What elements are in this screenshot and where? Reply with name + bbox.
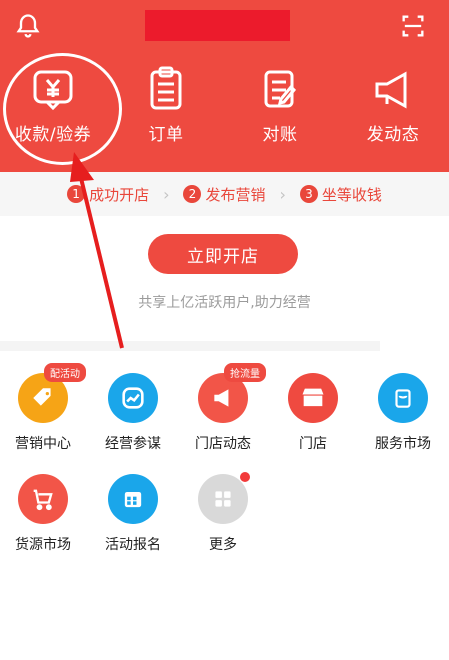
grid-icon [215,491,231,507]
trend-icon [122,387,144,409]
open-store-button[interactable]: 立即开店 [148,234,298,274]
chevron-right-icon: › [163,184,170,204]
service-label: 服务市场 [375,436,431,452]
annotation-arrow [70,152,124,349]
reconcile-button[interactable]: 对账 [230,62,330,145]
orders-button[interactable]: 订单 [116,62,216,145]
shopping-bag-icon [395,389,411,408]
service-supply-market[interactable]: 货源市场 [0,474,86,554]
service-label: 门店 [299,436,327,452]
megaphone-icon [375,71,407,109]
advisor-icon-circle [108,373,158,423]
service-store[interactable]: 门店 [270,373,356,453]
post-update-button[interactable]: 发动态 [343,62,443,145]
cart-icon [33,489,53,511]
post-update-label: 发动态 [366,125,420,145]
clipboard-icon [150,66,182,110]
divider [0,341,380,351]
chevron-right-icon: › [279,184,286,204]
activity-badge: 配活动 [44,363,86,382]
service-business-advisor[interactable]: 经营参谋 [90,373,176,453]
service-store-updates[interactable]: 抢流量 门店动态 [180,363,266,453]
supply-icon-circle [18,474,68,524]
store-icon-circle [288,373,338,423]
service-label: 门店动态 [195,436,251,452]
edit-document-icon [264,70,297,108]
redacted-store-name [145,10,290,41]
store-icon [302,388,324,407]
service-market[interactable]: 服务市场 [360,373,446,453]
service-label: 经营参谋 [105,436,161,452]
service-label: 营销中心 [15,436,71,452]
service-more[interactable]: 更多 [180,472,266,554]
scan-icon[interactable] [399,12,427,40]
event-icon-circle [108,474,158,524]
step-label: 坐等收钱 [321,185,382,204]
service-event-signup[interactable]: 活动报名 [90,474,176,554]
step-2: 2 发布营销 [183,184,266,205]
service-label: 更多 [209,537,237,553]
more-icon-circle [198,472,250,524]
service-label: 货源市场 [15,537,71,553]
step-number: 3 [299,185,318,203]
traffic-badge: 抢流量 [224,363,266,382]
updates-icon-circle: 抢流量 [198,363,266,423]
bell-icon[interactable] [14,12,42,40]
orders-label: 订单 [148,125,184,145]
calendar-icon [124,492,142,508]
megaphone-icon [214,389,229,407]
marketing-icon-circle: 配活动 [18,363,86,423]
service-marketing-center[interactable]: 配活动 营销中心 [0,363,86,453]
tag-icon [33,388,51,406]
step-3: 3 坐等收钱 [299,184,382,205]
reconcile-label: 对账 [262,125,298,145]
header: 收款/验券 订单 对账 发动态 [0,0,449,172]
step-number: 2 [183,185,202,203]
highlight-circle [3,53,122,165]
market-icon-circle [378,373,428,423]
service-label: 活动报名 [105,537,161,553]
step-label: 发布营销 [205,185,266,204]
notification-dot [240,472,250,482]
